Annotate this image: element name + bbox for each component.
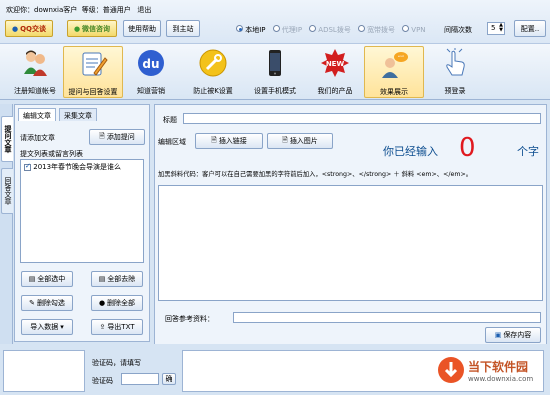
radio-vpn[interactable]: VPN [402,25,426,35]
save-content-button[interactable]: ▣ 保存内容 [485,327,541,343]
select-all-button[interactable]: ▤ 全部选中 [21,271,73,287]
watermark: 当下软件园 www.downxia.com [437,350,547,390]
editor-panel: 标题 编辑区域 🗎 插入链接 🗎 插入图片 你已经输入 0 个字 加黑斜料代码：客户… [154,104,547,348]
captcha-hint: 验证码，请填写 [92,359,141,367]
list-item-checkbox[interactable] [24,162,31,171]
person-speech-icon: “” [379,49,409,79]
register-account-button[interactable]: 注册知道帐号 [5,46,65,98]
svg-text:NEW: NEW [326,60,345,68]
bottom-left-box [3,350,85,392]
wrench-icon [198,48,228,78]
export-txt-button[interactable]: ⇪ 导出TXT [91,319,143,335]
welcome-prefix: 欢迎你： [6,6,34,14]
list-header: 提文列表或留言列表 [20,150,83,158]
reference-label: 回答参考资料： [165,315,214,323]
title-label: 标题 [163,116,177,124]
counter-prefix: 你已经输入 [383,145,438,158]
radio-dial[interactable]: 宽带拨号 [357,25,395,35]
level-label: 等级： [81,6,103,14]
tab-answer-article[interactable]: 回答文章 [1,168,13,214]
captcha-label: 验证码 [92,377,113,385]
prelogin-button[interactable]: 预登录 [425,46,485,98]
list-item[interactable]: 2013年春节晚会导演是谁么 [21,160,143,174]
interval-spinner[interactable]: 5 ▲ ▼ [487,22,505,35]
logout-link[interactable]: 退出 [137,6,151,14]
qq-icon: ● [11,24,19,33]
ip-mode-group: 本地IP 代理IP ADSL拨号 宽带拨号 VPN [236,25,426,35]
username: downxia客户 [34,6,78,14]
eraser-icon: ✎ [29,299,35,307]
list-icon: ▤ [28,275,36,283]
user-level: 普通用户 [102,6,131,14]
bold-italic-hint: 加黑斜料代码：客户可以在自己需要加黑的字符前后加入，<strong>、</str… [158,171,473,178]
link-icon: 🗎 [211,135,217,144]
our-products-button[interactable]: NEW 我们的产品 [305,46,365,98]
bullet-icon: ● [98,299,106,307]
radio-local-ip[interactable]: 本地IP [236,25,266,35]
people-icon [20,48,50,78]
import-data-button[interactable]: 导入数据 ▾ [21,319,73,335]
captcha-confirm-button[interactable]: 确 [162,373,176,385]
title-input[interactable] [183,113,541,124]
svg-text:“”: “” [398,55,404,62]
downxia-logo-icon [438,357,464,383]
remove-all-button[interactable]: ▤ 全部去除 [91,271,143,287]
delete-checked-button[interactable]: ✎ 删除勾选 [21,295,73,311]
add-question-button[interactable]: 🗎 添加提问 [89,129,145,145]
delete-all-button[interactable]: ● 删除全部 [91,295,143,311]
add-article-label: 请添加文章 [20,134,55,142]
save-disk-icon: ▣ [494,331,502,339]
hand-pointer-icon [440,48,470,78]
tab-question-article[interactable]: 提问文章 [1,116,13,162]
wechat-icon: ● [73,24,81,33]
tab-collect-article[interactable]: 采集文章 [59,108,97,121]
insert-image-button[interactable]: 🗎 插入图片 [267,133,333,149]
radio-adsl[interactable]: ADSL拨号 [309,25,351,35]
notepad-pencil-icon [78,49,108,79]
zhidao-marketing-button[interactable]: du 知道营销 [121,46,181,98]
qa-settings-button[interactable]: 提问与回答设置 [63,46,123,98]
radio-proxy-ip[interactable]: 代理IP [272,25,302,35]
qq-chat-button[interactable]: ● QQ交谈 [5,20,53,37]
baidu-paw-icon: du [136,48,166,78]
captcha-input[interactable] [121,373,159,385]
image-icon: 🗎 [282,135,288,144]
top-header: 欢迎你：downxia客户 等级：普通用户 退出 ● QQ交谈 ● 微信咨询 使用帮… [0,0,550,44]
interval-label: 间隔次数 [444,26,472,34]
char-counter: 0 [459,133,476,163]
dropdown-arrow-icon: ▾ [60,323,64,331]
article-panel: 编辑文章 采集文章 请添加文章 🗎添加提问 提文列表或留言列表 2013年春节晚… [14,104,150,342]
edit-area-label: 编辑区域 [158,138,186,146]
effect-show-button[interactable]: “” 效果展示 [364,46,424,98]
watermark-url: www.downxia.com [468,374,534,383]
feature-icon-row: 注册知道帐号 提问与回答设置 du 知道营销 防止被K设置 设置手机模式 NEW… [0,44,550,100]
document-icon: 🗎 [99,131,105,140]
watermark-title: 当下软件园 [468,359,529,374]
new-badge-icon: NEW [320,48,350,78]
phone-icon [260,48,290,78]
vertical-tabs: 提问文章 回答文章 [0,104,13,344]
official-site-button[interactable]: 到主站 [166,20,200,37]
welcome-bar: 欢迎你：downxia客户 等级：普通用户 退出 [6,5,151,15]
phone-mode-button[interactable]: 设置手机模式 [245,46,305,98]
tab-edit-article[interactable]: 编辑文章 [18,108,56,121]
article-list[interactable]: 2013年春节晚会导演是谁么 [20,159,144,263]
list-icon: ▤ [98,275,106,283]
help-button[interactable]: 使用帮助 [123,20,161,37]
svg-text:du: du [142,57,159,71]
export-icon: ⇪ [99,323,106,331]
content-editor[interactable] [158,185,543,301]
spinner-arrows-icon[interactable]: ▲ ▼ [499,23,503,33]
counter-suffix: 个字 [517,145,539,158]
insert-link-button[interactable]: 🗎 插入链接 [195,133,263,149]
wechat-button[interactable]: ● 微信咨询 [67,20,117,37]
reference-input[interactable] [233,312,541,323]
anti-k-settings-button[interactable]: 防止被K设置 [183,46,243,98]
config-button[interactable]: 配置.. [514,20,546,37]
